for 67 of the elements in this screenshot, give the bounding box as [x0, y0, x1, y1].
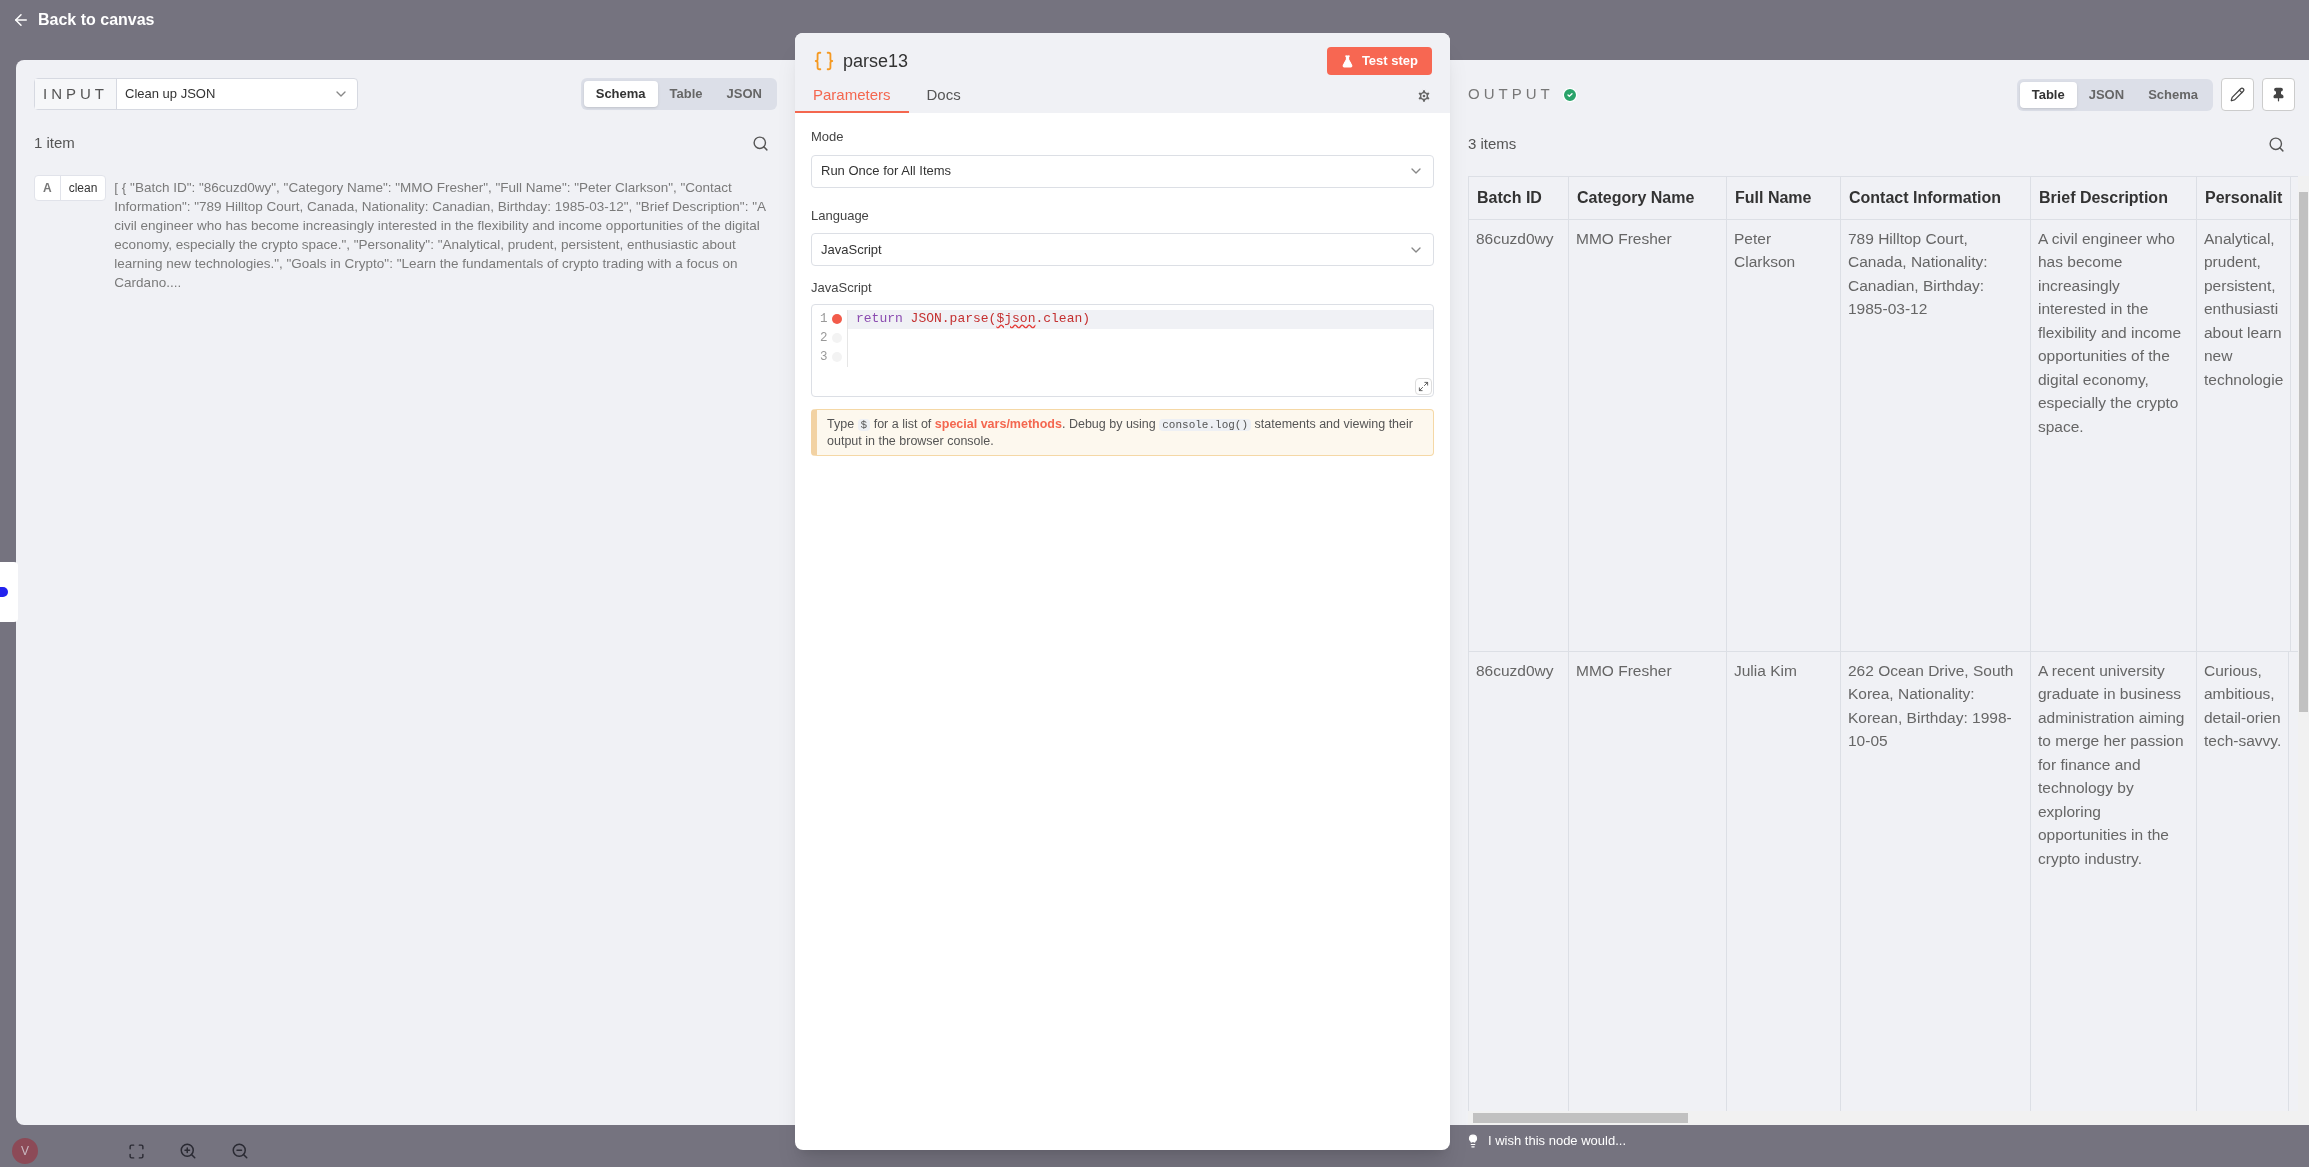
- view-tab[interactable]: Schema: [2136, 81, 2210, 108]
- zoom-out-icon[interactable]: [231, 1142, 249, 1160]
- panel-tab[interactable]: Parameters: [795, 79, 909, 113]
- table-cell-text: A recent university graduate in business administration aiming to merge her passion for finance and technology by exploring opportunities in the crypto industry.: [2038, 660, 2186, 869]
- view-tab[interactable]: Schema: [583, 81, 658, 107]
- braces-icon: [813, 50, 835, 72]
- column-header: Personalit: [2197, 176, 2292, 219]
- table-cell-text: MMO Fresher: [1576, 228, 1673, 249]
- column-header: Brief Description: [2031, 176, 2197, 219]
- field-pill: A clean: [34, 174, 107, 201]
- field-label: Language: [811, 206, 870, 225]
- feedback-link[interactable]: I wish this node would...: [1466, 1131, 1627, 1151]
- column-header: Contact Information: [1841, 176, 2031, 219]
- hint-text: Type $ for a list of special vars/methods. Debug by using console.log() statements and viewing their output in the browser console.: [827, 415, 1414, 449]
- node-title[interactable]: parse13: [843, 47, 909, 75]
- column-header: Category Name: [1569, 176, 1727, 219]
- horizontal-scrollbar[interactable]: [1468, 1111, 2309, 1125]
- edit-button[interactable]: [2221, 78, 2254, 111]
- special-vars-link[interactable]: special vars/methods: [934, 416, 1062, 431]
- item-count: 3 items: [1468, 134, 1517, 154]
- table-cell-text: 789 Hilltop Court, Canada, Nationality: Canadian, Birthday: 1985-03-12: [1848, 228, 1989, 319]
- table-cell-text: 86cuzd0wy: [1476, 228, 1555, 249]
- table-cell-text: MMO Fresher: [1576, 660, 1673, 681]
- input-node-select[interactable]: INPUT Clean up JSON: [34, 78, 358, 110]
- view-tab[interactable]: JSON: [2076, 81, 2137, 108]
- column-header: Batch ID: [1469, 176, 1569, 219]
- table-cell-text: Peter Clarkson: [1734, 228, 1797, 272]
- test-step-button[interactable]: Test step: [1326, 47, 1432, 75]
- table-cell-text: 262 Ocean Drive, South Korea, Nationality: Korean, Birthday: 1998-10-05: [1848, 660, 2015, 751]
- item-count: 1 item: [34, 133, 75, 153]
- search-icon[interactable]: [752, 134, 769, 152]
- pencil-icon: [2230, 87, 2245, 102]
- field-value: [ { "Batch ID": "86cuzd0wy", "Category Name": "MMO Fresher", "Full Name": "Peter Clarkson", "Contact Information": "789 Hilltop Court, Canada, Nationality: Canadian, Birthday: 1985-03-12", "Brief Description": "A civil engineer who has become increasingly interested in the flexibility and income opportunities of the digital economy, especially the crypto space.", "Personality": "Analytical, prudent, persistent, enthusiastic about learning new technologies.", "Goals in Crypto": "Learn the fundamentals of crypto trading with a focus on Cardano....: [114, 178, 767, 292]
- vertical-scrollbar[interactable]: [2298, 175, 2309, 1111]
- expand-button[interactable]: [1415, 377, 1432, 395]
- table-cell-text: 86cuzd0wy: [1476, 660, 1555, 681]
- table-cell-text: Analytical, prudent, persistent, enthusiasti about learn new technologie: [2204, 228, 2284, 390]
- code-line: return JSON.parse($json.clean): [855, 310, 1091, 329]
- zoom-in-icon[interactable]: [179, 1142, 197, 1160]
- left-edge-handle[interactable]: [0, 562, 18, 622]
- view-tab[interactable]: Table: [2019, 81, 2077, 108]
- table-cell-text: Julia Kim: [1734, 660, 1798, 681]
- field-label: JavaScript: [811, 279, 873, 297]
- line-number: 3: [820, 348, 828, 366]
- back-link[interactable]: Back to canvas: [12, 8, 155, 32]
- fit-view-icon[interactable]: [128, 1142, 145, 1160]
- panel-tab[interactable]: Docs: [908, 79, 979, 113]
- select-field[interactable]: Run Once for All Items: [811, 154, 1434, 188]
- pin-button[interactable]: [2262, 78, 2295, 111]
- search-icon[interactable]: [2268, 135, 2285, 153]
- column-header: Full Name: [1727, 176, 1841, 219]
- expand-icon: [1418, 380, 1429, 392]
- code-editor[interactable]: 1 return JSON.parse($json.clean) 2 3: [811, 303, 1434, 397]
- view-tab[interactable]: Table: [657, 81, 715, 107]
- lightbulb-icon: [1466, 1133, 1480, 1148]
- line-number: 1: [820, 310, 828, 328]
- table-cell-text: A civil engineer who has become increasingly interested in the flexibility and income opportunities of the digital economy, especially the crypto space.: [2038, 228, 2182, 437]
- user-avatar[interactable]: V: [12, 1138, 38, 1164]
- line-number: 2: [820, 329, 828, 347]
- view-tab[interactable]: JSON: [714, 81, 774, 107]
- table-cell-text: Curious, ambitious, detail-orien tech-savvy.: [2204, 660, 2282, 751]
- pin-icon: [2271, 87, 2286, 102]
- settings-icon[interactable]: [1416, 88, 1432, 104]
- select-field[interactable]: JavaScript: [811, 233, 1434, 266]
- flask-icon: [1340, 54, 1354, 68]
- field-label: Mode: [811, 128, 845, 146]
- output-label: OUTPUT: [1468, 84, 1554, 105]
